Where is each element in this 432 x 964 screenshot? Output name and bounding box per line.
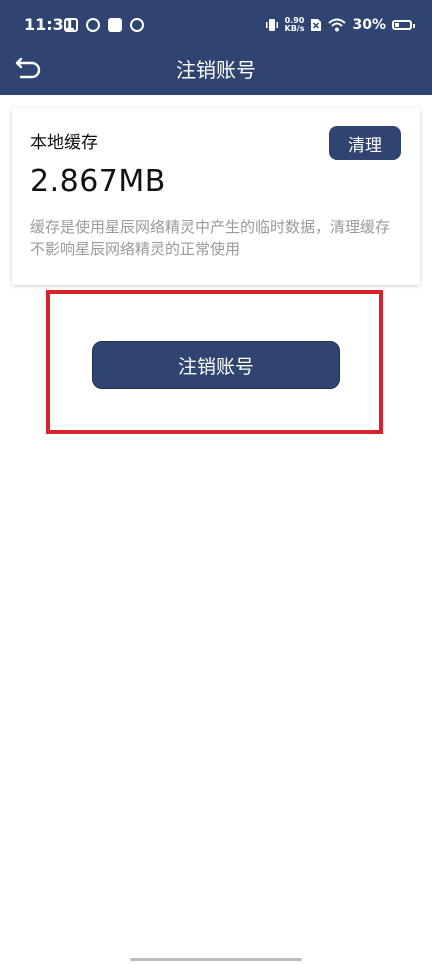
local-cache-card: 本地缓存 2.867MB 清理 缓存是使用星辰网络精灵中产生的临时数据，清理缓存… bbox=[12, 108, 420, 285]
nav-bar: 注销账号 bbox=[0, 42, 432, 95]
network-speed-unit: KB/s bbox=[284, 24, 305, 33]
notification-icons bbox=[64, 17, 144, 33]
network-speed: 0.90 KB/s bbox=[285, 17, 305, 33]
battery-percentage: 30% bbox=[352, 17, 386, 33]
app-notification-icon bbox=[86, 18, 100, 32]
status-right-group: 0.90 KB/s 30% bbox=[265, 14, 415, 36]
status-bar: 11:31 0.90 KB/s 30% bbox=[0, 0, 432, 42]
vibrate-icon bbox=[265, 19, 278, 31]
clear-cache-button[interactable]: 清理 bbox=[329, 126, 401, 160]
wifi-icon bbox=[328, 18, 347, 32]
mail-notification-icon bbox=[64, 18, 78, 32]
home-indicator[interactable] bbox=[130, 958, 302, 961]
app-notification-icon bbox=[130, 18, 144, 32]
sim-disabled-icon bbox=[311, 19, 322, 31]
battery-level-fill bbox=[395, 23, 400, 27]
app-header: 11:31 0.90 KB/s 30% 注销账号 bbox=[0, 0, 432, 95]
deactivate-account-button[interactable]: 注销账号 bbox=[92, 341, 340, 389]
cache-description: 缓存是使用星辰网络精灵中产生的临时数据，清理缓存 不影响星辰网络精灵的正常使用 bbox=[30, 218, 391, 258]
cache-size-value: 2.867MB bbox=[30, 164, 166, 199]
battery-icon bbox=[392, 20, 415, 30]
app-notification-icon bbox=[108, 18, 122, 32]
cache-label: 本地缓存 bbox=[30, 133, 98, 153]
page-title: 注销账号 bbox=[176, 58, 256, 82]
